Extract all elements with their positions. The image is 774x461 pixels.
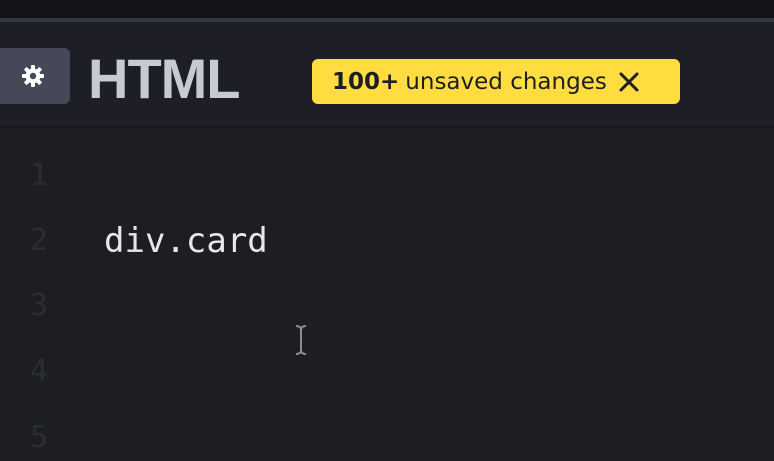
line-number: 2 (30, 223, 49, 258)
top-strip (0, 0, 774, 18)
unsaved-count: 100+ (332, 68, 400, 95)
unsaved-changes-badge[interactable]: 100+ unsaved changes (312, 59, 680, 104)
settings-button[interactable] (0, 48, 70, 104)
text-cursor-icon (291, 323, 311, 357)
line-number: 3 (30, 288, 49, 323)
editor-title: HTML (88, 47, 241, 110)
unsaved-label: unsaved changes (405, 68, 607, 95)
code-editor[interactable] (0, 128, 774, 461)
close-icon[interactable] (617, 70, 641, 94)
line-number: 1 (30, 158, 49, 193)
line-number: 5 (30, 420, 49, 455)
line-number: 4 (30, 354, 49, 389)
code-line[interactable]: div.card (104, 221, 268, 261)
gear-icon (21, 64, 45, 88)
